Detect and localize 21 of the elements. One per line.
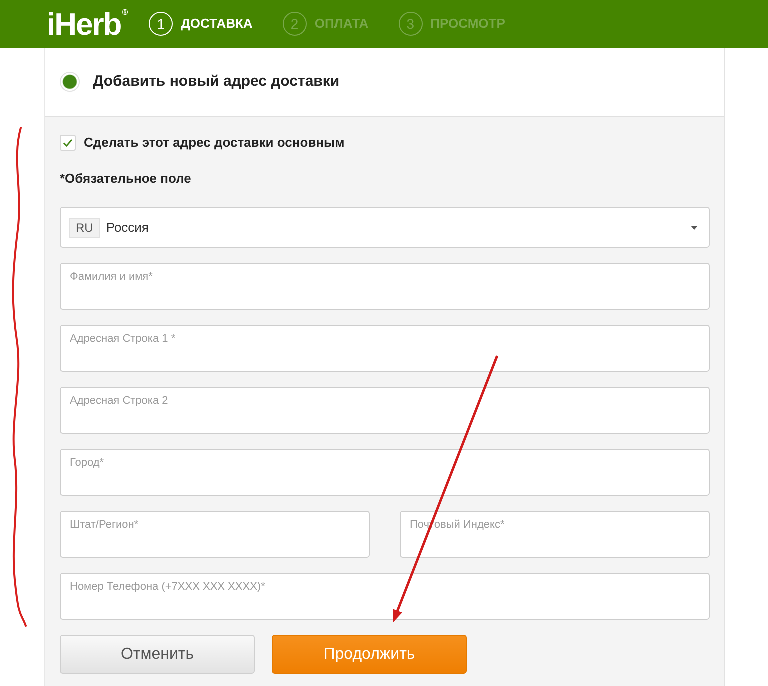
cancel-button[interactable]: Отменить bbox=[60, 635, 255, 674]
text-field[interactable]: Штат/Регион* bbox=[60, 511, 370, 558]
text-field[interactable]: Адресная Строка 2 bbox=[60, 387, 710, 434]
text-field[interactable]: Номер Телефона (+7XXX XXX XXXX)* bbox=[60, 573, 710, 620]
checkmark-icon bbox=[63, 139, 73, 147]
caret-icon bbox=[691, 226, 698, 230]
radio-button[interactable] bbox=[60, 72, 80, 92]
text-field[interactable]: Фамилия и имя* bbox=[60, 263, 710, 310]
step-tab[interactable]: ДОСТАВКА bbox=[181, 14, 253, 34]
continue-button[interactable]: Продолжить bbox=[272, 635, 467, 674]
country-select[interactable]: RU Россия bbox=[60, 207, 710, 248]
radio-label[interactable]: Добавить новый адрес доставки bbox=[93, 70, 340, 94]
checkbox[interactable] bbox=[60, 135, 76, 151]
country-code-tag: RU bbox=[69, 218, 100, 238]
select-value: Россия bbox=[106, 218, 149, 237]
iherb-logo[interactable]: iHerb$^{®}$ bbox=[47, 8, 128, 40]
required-note: *Обязательное поле bbox=[60, 171, 192, 187]
text-field[interactable]: Адресная Строка 1 * bbox=[60, 325, 710, 372]
checkbox-label[interactable]: Сделать этот адрес доставки основным bbox=[84, 135, 345, 151]
text-field[interactable]: Город* bbox=[60, 449, 710, 496]
step-number[interactable]: 1 bbox=[149, 12, 174, 36]
